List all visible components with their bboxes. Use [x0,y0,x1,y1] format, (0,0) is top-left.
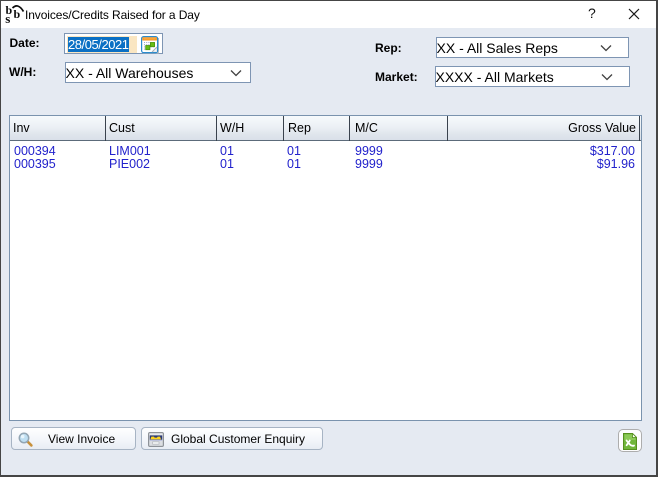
svg-text:s: s [5,11,10,25]
svg-text:b: b [14,7,21,21]
